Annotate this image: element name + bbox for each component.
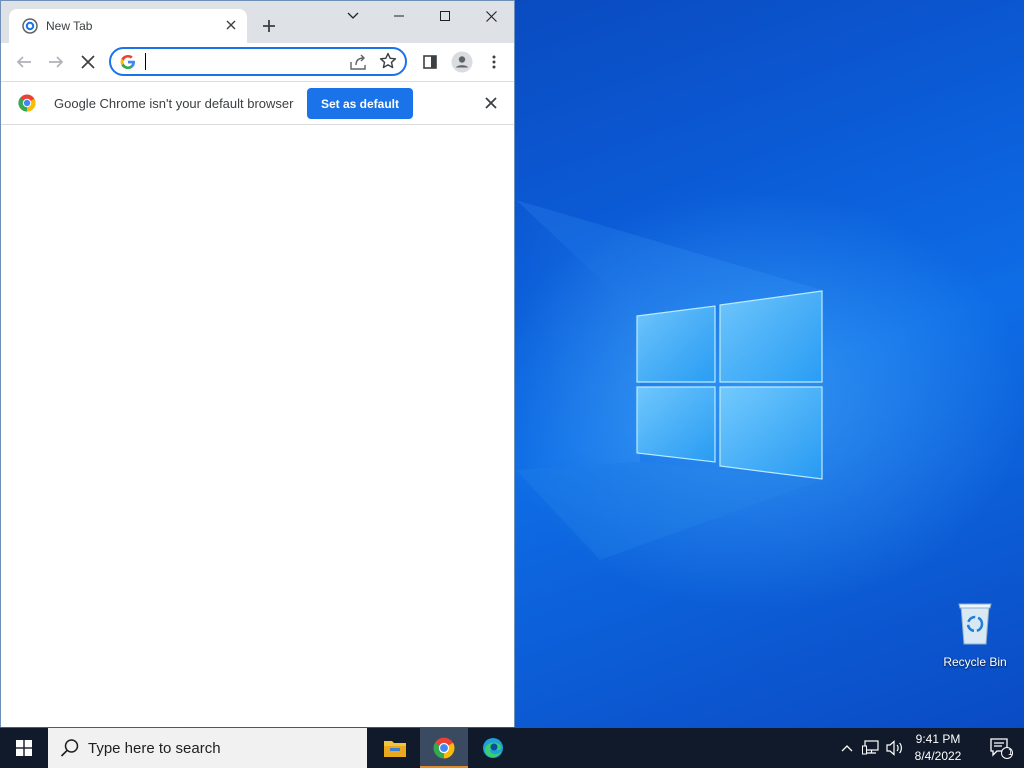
recycle-bin-label: Recycle Bin: [943, 655, 1007, 669]
chrome-titlebar[interactable]: New Tab: [1, 1, 514, 43]
tab-new-tab[interactable]: New Tab: [9, 9, 247, 43]
set-as-default-button[interactable]: Set as default: [307, 88, 413, 119]
more-vert-icon: [492, 55, 496, 69]
new-tab-icon: [22, 18, 38, 34]
desktop-icon-recycle-bin[interactable]: Recycle Bin: [938, 600, 1012, 669]
taskbar-search-box[interactable]: Type here to search: [48, 728, 367, 768]
chrome-logo-icon: [18, 94, 36, 112]
profile-button[interactable]: [450, 50, 474, 74]
minimize-button[interactable]: [376, 1, 422, 31]
close-infobar-icon[interactable]: [483, 95, 499, 111]
tab-title: New Tab: [46, 19, 93, 33]
address-bar[interactable]: [109, 47, 407, 76]
notification-count: 1: [1007, 747, 1013, 757]
network-icon: [862, 740, 879, 755]
side-panel-icon: [423, 55, 437, 69]
text-caret: [145, 53, 146, 70]
start-button[interactable]: [0, 728, 48, 768]
minimize-icon: [394, 15, 404, 17]
window-controls: [330, 1, 514, 31]
search-placeholder: Type here to search: [88, 740, 221, 757]
maximize-icon: [440, 11, 450, 21]
share-icon[interactable]: [349, 53, 367, 71]
volume-button[interactable]: [884, 728, 906, 768]
taskbar: Type here to search 9:41 PM 8/4/2022 1: [0, 728, 1024, 768]
chrome-menu-button[interactable]: [482, 50, 506, 74]
recycle-bin-icon: [958, 603, 992, 645]
new-tab-button[interactable]: [257, 14, 281, 38]
clock-date: 8/4/2022: [914, 749, 962, 763]
infobar-message: Google Chrome isn't your default browser: [54, 96, 294, 111]
chevron-down-icon: [347, 12, 359, 19]
forward-button[interactable]: [44, 50, 68, 74]
profile-avatar-icon: [451, 51, 473, 73]
default-browser-infobar: Google Chrome isn't your default browser…: [1, 81, 514, 125]
bookmark-star-icon[interactable]: [379, 52, 397, 70]
taskbar-app-file-explorer[interactable]: [371, 728, 419, 768]
forward-arrow-icon: [49, 56, 64, 68]
tab-close-button[interactable]: [223, 18, 239, 34]
side-panel-button[interactable]: [418, 50, 442, 74]
taskbar-clock[interactable]: 9:41 PM 8/4/2022: [906, 731, 970, 765]
action-center-button[interactable]: 1: [978, 728, 1024, 768]
plus-icon: [263, 20, 275, 32]
close-window-button[interactable]: [468, 1, 514, 31]
chevron-up-icon: [841, 745, 853, 752]
stop-loading-button[interactable]: [76, 50, 100, 74]
close-icon: [81, 55, 95, 69]
edge-icon: [483, 738, 503, 758]
taskbar-app-chrome[interactable]: [420, 728, 468, 768]
maximize-button[interactable]: [422, 1, 468, 31]
windows-start-icon: [16, 740, 32, 756]
network-status-button[interactable]: [860, 728, 882, 768]
file-explorer-icon: [384, 741, 406, 757]
page-content-area: [1, 125, 514, 727]
close-icon: [226, 20, 236, 30]
chrome-toolbar: [1, 43, 514, 81]
tab-search-button[interactable]: [330, 1, 376, 31]
clock-time: 9:41 PM: [915, 732, 961, 746]
chrome-window: New Tab Google Chrome isn't your default…: [0, 0, 515, 727]
search-icon: [60, 739, 79, 757]
taskbar-app-edge[interactable]: [469, 728, 517, 768]
show-hidden-icons-button[interactable]: [838, 728, 856, 768]
chrome-logo-icon: [433, 737, 455, 759]
back-arrow-icon: [16, 56, 31, 68]
close-icon: [485, 10, 497, 22]
google-g-icon: [120, 55, 135, 69]
volume-icon: [886, 740, 902, 756]
omnibox-input[interactable]: [147, 51, 341, 74]
back-button[interactable]: [12, 50, 36, 74]
